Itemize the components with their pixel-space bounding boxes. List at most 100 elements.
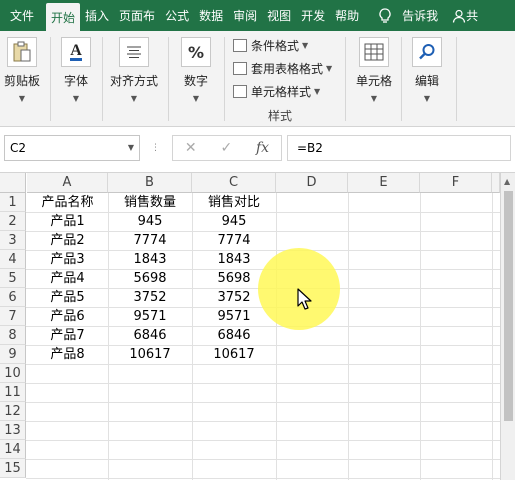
cell-B6[interactable]: 3752 [108,288,192,307]
row-header[interactable]: 7 [0,307,26,326]
enter-check-icon[interactable]: ✓ [220,140,232,156]
paste-icon [7,37,37,67]
cells-label: 单元格 [356,74,393,88]
row-header[interactable]: 13 [0,421,26,440]
column-header[interactable]: D [276,173,348,193]
cell-C2[interactable]: 945 [192,212,276,231]
row-header[interactable]: 6 [0,288,26,307]
tab-file[interactable]: 文件 [0,0,46,31]
conditional-formatting-button[interactable]: 条件格式 ▼ [233,37,308,54]
tab-data[interactable]: 数据 [194,0,228,31]
column-header[interactable]: F [420,173,492,193]
row-header[interactable]: 5 [0,269,26,288]
tab-help[interactable]: 帮助 [330,0,364,31]
cell-C9[interactable]: 10617 [192,345,276,364]
divider [456,37,457,121]
row-header[interactable]: 14 [0,440,26,459]
scroll-up-icon[interactable]: ▲ [504,177,510,186]
column-header[interactable]: B [108,173,192,193]
share-label: 共 [466,9,479,23]
cell-A8[interactable]: 产品7 [27,326,108,345]
splitter-handle[interactable]: ⋮ [151,143,160,153]
row-header[interactable]: 15 [0,459,26,478]
row-header[interactable]: 4 [0,250,26,269]
row-header[interactable]: 1 [0,193,26,212]
row-header[interactable]: 2 [0,212,26,231]
cell-A1[interactable]: 产品名称 [27,193,108,212]
cell-A6[interactable]: 产品5 [27,288,108,307]
chevron-down-icon[interactable]: ▼ [128,136,134,160]
cell-A5[interactable]: 产品4 [27,269,108,288]
cell-B4[interactable]: 1843 [108,250,192,269]
gridline [348,193,349,480]
tab-developer[interactable]: 开发 [296,0,330,31]
gridline [420,193,421,480]
vertical-scrollbar[interactable]: ▲ [500,173,515,480]
column-header[interactable]: A [27,173,108,193]
gridline [26,459,500,460]
alignment-group[interactable]: 对齐方式 ▼ [110,35,158,103]
name-box-value: C2 [10,141,27,155]
editing-group[interactable]: 编辑 ▼ [412,35,442,103]
cell-B5[interactable]: 5698 [108,269,192,288]
row-header[interactable]: 9 [0,345,26,364]
formula-input[interactable]: =B2 [287,135,511,161]
percent-icon: % [181,37,211,67]
scrollbar-thumb[interactable] [504,191,513,421]
cell-B1[interactable]: 销售数量 [108,193,192,212]
column-header[interactable] [492,173,500,193]
worksheet-grid[interactable]: A B C D E F 1 2 3 4 5 6 7 8 9 10 11 12 1… [0,173,515,480]
tab-review[interactable]: 审阅 [228,0,262,31]
cell-B7[interactable]: 9571 [108,307,192,326]
chevron-down-icon: ▼ [314,87,321,96]
tab-formulas[interactable]: 公式 [160,0,194,31]
chevron-down-icon: ▼ [423,94,431,103]
row-header[interactable]: 12 [0,402,26,421]
cancel-icon[interactable]: ✕ [185,140,197,156]
tab-home[interactable]: 开始 [46,3,81,31]
chevron-down-icon: ▼ [326,64,333,73]
chevron-down-icon: ▼ [370,94,378,103]
tell-me-search[interactable]: 告诉我 [396,0,438,31]
tab-page-layout[interactable]: 页面布 [114,0,160,31]
row-header[interactable]: 10 [0,364,26,383]
column-header[interactable]: E [348,173,420,193]
share-button[interactable]: 共 [438,0,478,31]
row-header[interactable]: 3 [0,231,26,250]
cell-A7[interactable]: 产品6 [27,307,108,326]
format-as-table-button[interactable]: 套用表格格式 ▼ [233,60,332,77]
tab-insert[interactable]: 插入 [80,0,114,31]
cell-C3[interactable]: 7774 [192,231,276,250]
gridline [26,383,500,384]
cell-A9[interactable]: 产品8 [27,345,108,364]
number-group[interactable]: % 数字 ▼ [181,35,211,103]
cell-C1[interactable]: 销售对比 [192,193,276,212]
gridline [26,440,500,441]
row-header[interactable]: 11 [0,383,26,402]
cells-group[interactable]: 单元格 ▼ [356,35,392,103]
editing-label: 编辑 [414,74,439,88]
chevron-down-icon: ▼ [130,94,138,103]
tab-view[interactable]: 视图 [262,0,296,31]
cell-styles-label: 单元格样式 [251,85,312,99]
align-icon [119,37,149,67]
cell-B9[interactable]: 10617 [108,345,192,364]
cell-C8[interactable]: 6846 [192,326,276,345]
cell-B3[interactable]: 7774 [108,231,192,250]
cell-A2[interactable]: 产品1 [27,212,108,231]
cell-A3[interactable]: 产品2 [27,231,108,250]
cell-B2[interactable]: 945 [108,212,192,231]
gridline [26,478,500,479]
clipboard-group[interactable]: 剪贴板 ▼ [4,35,40,103]
cell-styles-button[interactable]: 单元格样式 ▼ [233,83,320,100]
name-box[interactable]: C2 ▼ [4,135,140,161]
font-group[interactable]: A 字体 ▼ [61,35,91,103]
lightbulb-icon[interactable] [364,0,396,31]
cell-B8[interactable]: 6846 [108,326,192,345]
select-all-corner[interactable] [0,173,26,193]
insert-function-icon[interactable]: fx [256,140,269,156]
column-header[interactable]: C [192,173,276,193]
cell-A4[interactable]: 产品3 [27,250,108,269]
row-header[interactable]: 8 [0,326,26,345]
divider [401,37,402,121]
